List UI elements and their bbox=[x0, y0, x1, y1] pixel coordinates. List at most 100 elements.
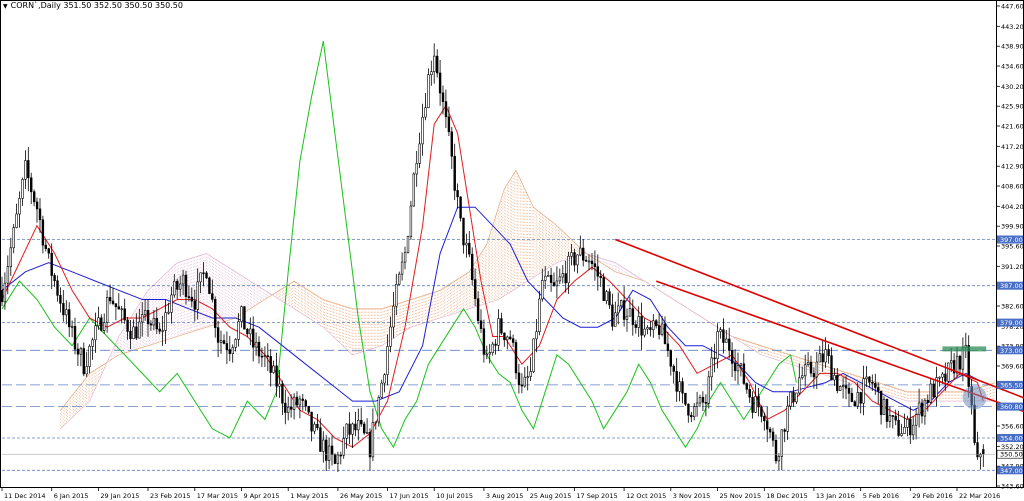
candle-body bbox=[885, 398, 889, 422]
candle-body bbox=[41, 219, 45, 246]
candle-body bbox=[65, 309, 68, 316]
candle bbox=[406, 235, 410, 254]
candle-body bbox=[123, 308, 126, 321]
candle bbox=[383, 373, 386, 393]
candle bbox=[774, 434, 778, 464]
candle-body bbox=[336, 454, 340, 464]
candle bbox=[947, 362, 950, 384]
candle-body bbox=[809, 361, 813, 374]
candle bbox=[234, 338, 237, 352]
y-tick-label: 447.60 bbox=[1001, 3, 1024, 11]
candle bbox=[675, 357, 678, 402]
candle-body bbox=[596, 266, 600, 277]
candle-body bbox=[415, 163, 418, 175]
resistance-zone bbox=[942, 346, 987, 352]
candle-body bbox=[289, 406, 293, 410]
candle-body bbox=[132, 326, 135, 339]
candle bbox=[821, 339, 824, 372]
candle bbox=[129, 320, 132, 350]
candle-body bbox=[155, 317, 158, 330]
candle bbox=[395, 273, 398, 316]
candle bbox=[237, 313, 240, 347]
candle-body bbox=[202, 272, 205, 275]
x-tick-label: 9 Apr 2015 bbox=[244, 492, 280, 500]
candle-body bbox=[619, 300, 623, 307]
candle-body bbox=[812, 372, 816, 378]
candle bbox=[222, 334, 226, 345]
candle-body bbox=[29, 177, 33, 193]
candle bbox=[558, 268, 562, 285]
x-tick-label: 26 May 2015 bbox=[340, 492, 382, 500]
candle-body bbox=[897, 419, 900, 436]
candle-body bbox=[546, 274, 550, 277]
candle bbox=[430, 60, 433, 86]
candle bbox=[360, 407, 363, 427]
candle bbox=[722, 318, 725, 354]
candle bbox=[202, 262, 205, 287]
candle-body bbox=[786, 405, 789, 432]
candle-body bbox=[240, 306, 243, 322]
candle-body bbox=[418, 143, 421, 164]
candle bbox=[535, 319, 538, 353]
candle bbox=[243, 306, 246, 330]
candle-body bbox=[841, 385, 845, 387]
candle bbox=[830, 347, 833, 381]
candle-body bbox=[614, 312, 617, 327]
candle-body bbox=[494, 343, 497, 346]
candle bbox=[301, 394, 304, 411]
candle bbox=[397, 271, 401, 286]
candle-body bbox=[237, 321, 240, 340]
candle-body bbox=[833, 375, 836, 381]
candle bbox=[473, 268, 477, 307]
candle-body bbox=[184, 274, 188, 297]
candle bbox=[56, 275, 59, 302]
candle-body bbox=[500, 318, 503, 334]
collapse-triangle-icon[interactable]: ▼ bbox=[3, 3, 8, 10]
chart-window[interactable]: 447.60 443.20 438.90 434.60 430.20 425.90 421.… bbox=[0, 0, 1024, 501]
x-tick-label: 18 Dec 2015 bbox=[766, 492, 808, 500]
candle bbox=[716, 323, 719, 369]
candle bbox=[523, 367, 527, 388]
candle-body bbox=[360, 419, 363, 425]
candle-body bbox=[798, 377, 801, 394]
y-tick-label: 438.90 bbox=[1001, 43, 1024, 51]
price-chart[interactable]: 447.60 443.20 438.90 434.60 430.20 425.90 421.… bbox=[0, 0, 1024, 501]
candle bbox=[868, 376, 871, 388]
candle bbox=[284, 389, 287, 425]
candle bbox=[500, 312, 503, 335]
candle-body bbox=[292, 396, 296, 410]
candle bbox=[316, 413, 319, 431]
candle bbox=[579, 235, 582, 257]
candle-body bbox=[260, 355, 264, 358]
candle bbox=[608, 288, 611, 309]
candle bbox=[111, 287, 115, 306]
candle-body bbox=[435, 55, 439, 74]
candle-body bbox=[167, 311, 170, 314]
candle-body bbox=[646, 327, 649, 330]
candle-body bbox=[362, 423, 366, 434]
candle bbox=[62, 290, 65, 322]
candle bbox=[94, 312, 97, 353]
candle-body bbox=[24, 160, 27, 180]
level-label: 387.00 bbox=[1000, 282, 1023, 290]
candle-body bbox=[199, 272, 202, 283]
candle-body bbox=[917, 402, 921, 415]
candle-body bbox=[678, 381, 681, 392]
candle bbox=[546, 270, 550, 277]
y-axis: 447.60 443.20 438.90 434.60 430.20 425.90 421.… bbox=[2, 3, 1024, 491]
candle bbox=[462, 217, 465, 254]
y-tick-label: 417.20 bbox=[1001, 143, 1024, 151]
x-tick-label: 13 Jan 2016 bbox=[816, 492, 855, 500]
candle bbox=[692, 403, 696, 421]
candle bbox=[374, 421, 378, 430]
y-tick-label: 352.20 bbox=[1001, 443, 1024, 451]
candle bbox=[879, 390, 883, 425]
candle bbox=[646, 325, 649, 335]
candle bbox=[654, 319, 658, 329]
candle-body bbox=[643, 328, 646, 336]
candle-body bbox=[631, 308, 635, 325]
candle bbox=[798, 363, 801, 396]
candle-body bbox=[774, 439, 778, 462]
candle-body bbox=[488, 352, 491, 355]
candle bbox=[728, 327, 731, 359]
